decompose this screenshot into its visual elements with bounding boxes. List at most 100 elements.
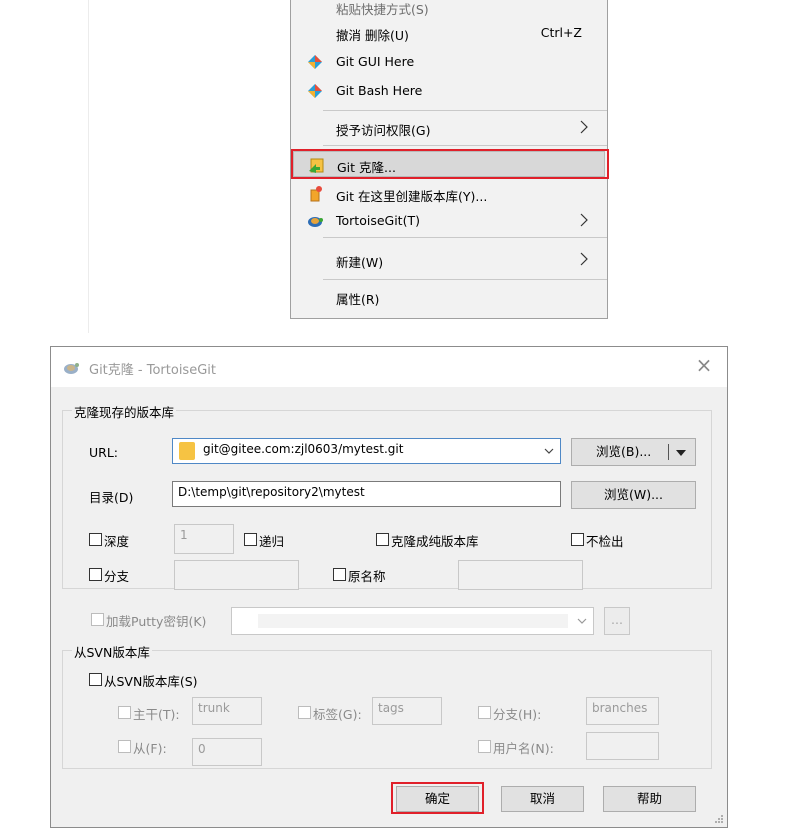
depth-input[interactable]: 1: [174, 524, 234, 554]
dialog-title: Git克隆 - TortoiseGit: [89, 363, 216, 378]
trunk-checkbox[interactable]: [118, 706, 131, 719]
putty-browse-label: ...: [611, 612, 623, 627]
desktop-divider: [88, 0, 89, 333]
menu-item-properties[interactable]: 属性(R): [293, 284, 605, 310]
svn-branch-checkbox[interactable]: [478, 706, 491, 719]
depth-value: 1: [180, 528, 188, 542]
tortoisegit-clone-icon: [309, 158, 324, 173]
menu-item-new[interactable]: 新建(W): [293, 247, 605, 273]
chevron-right-icon: [580, 213, 588, 227]
directory-label: 目录(D): [89, 490, 134, 505]
username-checkbox[interactable]: [478, 740, 491, 753]
putty-label: 加载Putty密钥(K): [106, 614, 207, 629]
chevron-right-icon: [580, 252, 588, 266]
svn-branch-input[interactable]: branches: [586, 697, 659, 725]
menu-item-label: 新建(W): [336, 255, 384, 270]
resize-grip-icon[interactable]: [714, 814, 724, 824]
git-diamond-icon: [308, 55, 322, 69]
origin-checkbox[interactable]: [333, 568, 346, 581]
no-checkout-checkbox[interactable]: [571, 533, 584, 546]
no-checkout-label: 不检出: [586, 534, 624, 549]
tortoisegit-create-repo-icon: [310, 186, 322, 202]
branch-label: 分支: [104, 569, 130, 584]
username-input[interactable]: [586, 732, 659, 760]
menu-separator: [323, 237, 607, 238]
dropdown-arrow-icon[interactable]: [676, 450, 686, 456]
help-button[interactable]: 帮助: [603, 786, 696, 812]
cancel-label: 取消: [529, 791, 555, 806]
browse-dir-label: 浏览(W)...: [603, 487, 664, 502]
menu-item-label: 撤消 删除(U): [336, 28, 409, 43]
menu-separator: [323, 110, 607, 111]
browse-dir-button[interactable]: 浏览(W)...: [571, 481, 696, 509]
svn-branch-value: branches: [592, 701, 648, 715]
menu-item-create-repo[interactable]: Git 在这里创建版本库(Y)...: [293, 181, 605, 207]
menu-item-label: Git Bash Here: [336, 83, 423, 98]
clone-group-title: 克隆现存的版本库: [72, 402, 177, 421]
url-label: URL:: [89, 445, 119, 460]
menu-item-paste-shortcut[interactable]: 粘贴快捷方式(S): [293, 0, 605, 20]
menu-item-grant-access[interactable]: 授予访问权限(G): [293, 115, 605, 141]
menu-separator: [323, 279, 607, 280]
branch-checkbox[interactable]: [89, 568, 102, 581]
trunk-input[interactable]: trunk: [192, 697, 262, 725]
from-value: 0: [198, 742, 206, 756]
help-label: 帮助: [636, 791, 662, 806]
menu-separator: [323, 145, 607, 146]
tags-input[interactable]: tags: [372, 697, 442, 725]
chevron-right-icon: [580, 120, 588, 134]
putty-browse-button[interactable]: ...: [604, 607, 630, 635]
chevron-down-icon: [577, 618, 587, 624]
url-combobox[interactable]: git@gitee.com:zjl0603/mytest.git: [172, 438, 561, 464]
from-svn-label: 从SVN版本库(S): [104, 674, 198, 689]
ok-button[interactable]: 确定: [396, 786, 479, 812]
url-value: git@gitee.com:zjl0603/mytest.git: [203, 442, 404, 456]
from-checkbox[interactable]: [118, 740, 131, 753]
recursive-checkbox[interactable]: [244, 533, 257, 546]
cancel-button[interactable]: 取消: [501, 786, 584, 812]
bare-checkbox[interactable]: [376, 533, 389, 546]
dialog-titlebar: Git克隆 - TortoiseGit ×: [51, 347, 727, 387]
split-divider: [668, 444, 669, 460]
menu-item-git-clone[interactable]: Git 克隆...: [291, 149, 609, 179]
directory-value: D:\temp\git\repository2\mytest: [178, 485, 365, 499]
menu-item-tortoisegit[interactable]: TortoiseGit(T): [293, 208, 605, 234]
svn-group-title: 从SVN版本库: [72, 642, 152, 661]
origin-label: 原名称: [348, 569, 386, 584]
bare-label: 克隆成纯版本库: [391, 534, 479, 549]
from-input[interactable]: 0: [192, 738, 262, 766]
tortoisegit-turtle-icon: [308, 217, 323, 227]
directory-input[interactable]: D:\temp\git\repository2\mytest: [172, 481, 561, 507]
trunk-value: trunk: [198, 701, 230, 715]
svn-branch-label: 分支(H):: [493, 707, 542, 722]
git-diamond-icon: [308, 84, 322, 98]
putty-checkbox[interactable]: [91, 613, 104, 626]
from-svn-checkbox[interactable]: [89, 673, 102, 686]
menu-item-shortcut: Ctrl+Z: [540, 25, 582, 40]
tortoisegit-app-icon: [64, 363, 79, 374]
tags-checkbox[interactable]: [298, 706, 311, 719]
close-icon[interactable]: ×: [695, 355, 713, 375]
putty-key-combobox[interactable]: [231, 607, 594, 635]
menu-item-git-gui-here[interactable]: Git GUI Here: [293, 49, 605, 75]
folder-icon: [179, 442, 195, 460]
depth-checkbox[interactable]: [89, 533, 102, 546]
trunk-label: 主干(T):: [133, 707, 180, 722]
menu-item-git-bash-here[interactable]: Git Bash Here: [293, 78, 605, 104]
depth-label: 深度: [104, 534, 130, 549]
menu-item-label: Git GUI Here: [336, 54, 415, 69]
menu-item-label: 授予访问权限(G): [336, 123, 431, 138]
branch-input[interactable]: [174, 560, 299, 590]
menu-item-undo-delete[interactable]: 撤消 删除(U) Ctrl+Z: [293, 20, 605, 46]
tags-label: 标签(G):: [313, 707, 362, 722]
menu-item-label: Git 克隆...: [337, 160, 396, 175]
putty-key-value: [258, 614, 568, 628]
menu-item-label: TortoiseGit(T): [336, 213, 420, 228]
menu-item-label: 属性(R): [336, 292, 380, 307]
origin-input[interactable]: [458, 560, 583, 590]
username-label: 用户名(N):: [493, 741, 554, 756]
tags-value: tags: [378, 701, 404, 715]
recursive-label: 递归: [259, 534, 285, 549]
browse-url-split-button[interactable]: 浏览(B)...: [571, 438, 696, 466]
menu-item-label: Git 在这里创建版本库(Y)...: [336, 189, 488, 204]
